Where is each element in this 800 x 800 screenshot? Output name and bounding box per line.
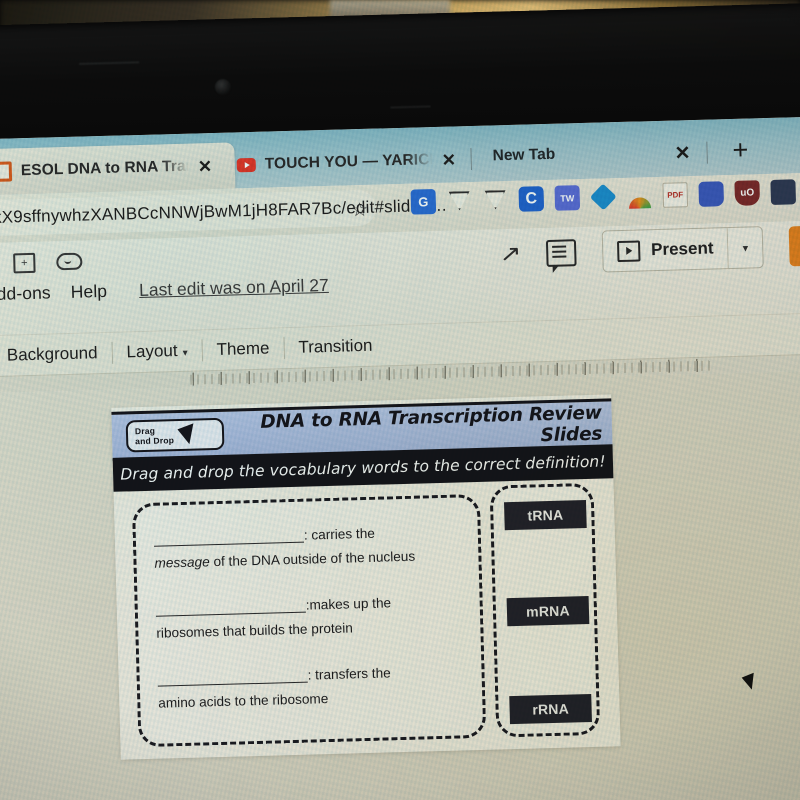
drag-and-drop-badge: Drag and Drop [125,417,225,453]
slide-canvas[interactable]: Drag and Drop DNA to RNA Transcription R… [0,369,800,800]
doc-quick-icons: s ☆ + [0,249,83,278]
window-close-icon[interactable]: ✕ [674,142,691,165]
tab-touch-you-youtube[interactable]: TOUCH YOU — YARICHIN B CLU ✕ [226,136,479,189]
diamond-extension-icon[interactable] [589,183,617,211]
move-to-folder-icon[interactable]: + [13,252,36,273]
laptop-screen-photo: ✕ ESOL DNA to RNA Transcriptio ✕ TOUCH Y… [0,0,800,800]
blank-line-1[interactable] [153,527,305,547]
new-tab-button[interactable]: + [732,135,749,165]
word-bank-drop-zone[interactable]: tRNA mRNA rRNA [489,482,601,738]
definition-2-line2: ribosomes that builds the protein [156,620,354,641]
youtube-icon [236,155,257,175]
word-chip-trna[interactable]: tRNA [504,500,587,531]
word-chip-rrna[interactable]: rRNA [509,693,592,725]
badge-line-2: and Drop [135,435,175,447]
blank-line-2[interactable] [155,597,306,617]
pdf-extension-icon[interactable] [662,182,689,208]
chevron-down-icon[interactable]: ▾ [726,227,764,269]
tab-title: TOUCH YOU — YARICHIN B CLU [264,151,433,173]
menu-bar: ols Add-ons Help Last edit was on April … [0,275,329,306]
address-bar[interactable]: /4kakX9sffnywhzXANBCcNNWjBwM1jH8FAR7Bc/e… [0,189,448,238]
cloud-saved-icon [56,252,83,271]
browser-window: ✕ ESOL DNA to RNA Transcriptio ✕ TOUCH Y… [0,115,800,800]
definition-2: :makes up the ribosomes that builds the … [155,589,466,645]
tab-close-icon[interactable]: ✕ [441,150,456,169]
toolbar-divider [283,337,285,360]
url-text: /4kakX9sffnywhzXANBCcNNWjBwM1jH8FAR7Bc/e… [0,195,448,228]
google-translate-extension-icon[interactable] [410,188,437,215]
definition-3-after: : transfers the [307,665,391,683]
google-slides-icon [0,161,13,182]
present-button[interactable]: Present ▾ [601,226,765,273]
activity-trend-icon[interactable]: ↗ [500,241,523,268]
extension-toolbar [410,179,797,215]
toolbar-layout[interactable]: Layout ▾ [126,341,188,363]
share-button[interactable]: Sh [788,224,800,267]
blank-line-3[interactable] [157,667,308,687]
briefcase-extension-icon[interactable] [770,179,797,205]
last-edit-status[interactable]: Last edit was on April 27 [139,275,329,301]
cursor-arrow-icon [177,423,200,447]
toolbar-divider [201,339,203,362]
tab-esol-dna-to-rna[interactable]: ESOL DNA to RNA Transcriptio ✕ [0,142,236,196]
toolbar-divider [111,341,113,364]
word-chip-mrna[interactable]: mRNA [506,596,590,627]
definition-1-line2: of the DNA outside of the nucleus [209,548,416,570]
webcam-icon [214,78,232,96]
shield2-extension-icon[interactable] [482,187,508,213]
slide-instruction-text: Drag and drop the vocabulary words to th… [120,452,606,484]
bookmark-star-icon[interactable]: ☆ [351,199,369,222]
toolbar-transition[interactable]: Transition [298,336,373,358]
toolbar-theme[interactable]: Theme [216,339,269,360]
ublock-origin-extension-icon[interactable] [734,180,761,206]
toolbar-layout-label: Layout [126,341,178,362]
badge-line-1: Drag [134,425,156,437]
definitions-drop-zone[interactable]: : carries the message of the DNA outside… [131,493,487,748]
toolbar-background[interactable]: Background [7,343,98,365]
definition-3-line2: amino acids to the ribosome [158,691,329,711]
rainbow-extension-icon[interactable] [626,183,652,209]
definition-2-after: :makes up the [305,595,392,613]
play-icon [616,239,641,262]
present-label: Present [650,238,714,260]
blue-shield-extension-icon[interactable] [698,181,725,207]
comment-icon[interactable] [545,238,577,267]
mouse-pointer [741,672,760,692]
tab-title: ESOL DNA to RNA Transcriptio [20,157,190,180]
chevron-down-icon: ▾ [182,347,188,359]
tab-close-icon[interactable]: ✕ [198,157,213,176]
thinglink-extension-icon[interactable] [554,185,581,211]
tab-new-tab[interactable]: New Tab [492,146,555,166]
slide-content[interactable]: Drag and Drop DNA to RNA Transcription R… [111,394,621,760]
menu-help[interactable]: Help [70,281,107,303]
clever-extension-icon[interactable] [518,186,545,212]
definition-1-line2-italic: message [154,554,210,571]
menu-add-ons[interactable]: Add-ons [0,282,51,305]
definition-1: : carries the message of the DNA outside… [153,519,465,575]
definition-1-after: : carries the [303,525,376,543]
definition-3: : transfers the amino acids to the ribos… [157,659,468,715]
header-right-tools: ↗ Present ▾ Sh [500,223,800,275]
shield-extension-icon[interactable] [446,188,472,214]
